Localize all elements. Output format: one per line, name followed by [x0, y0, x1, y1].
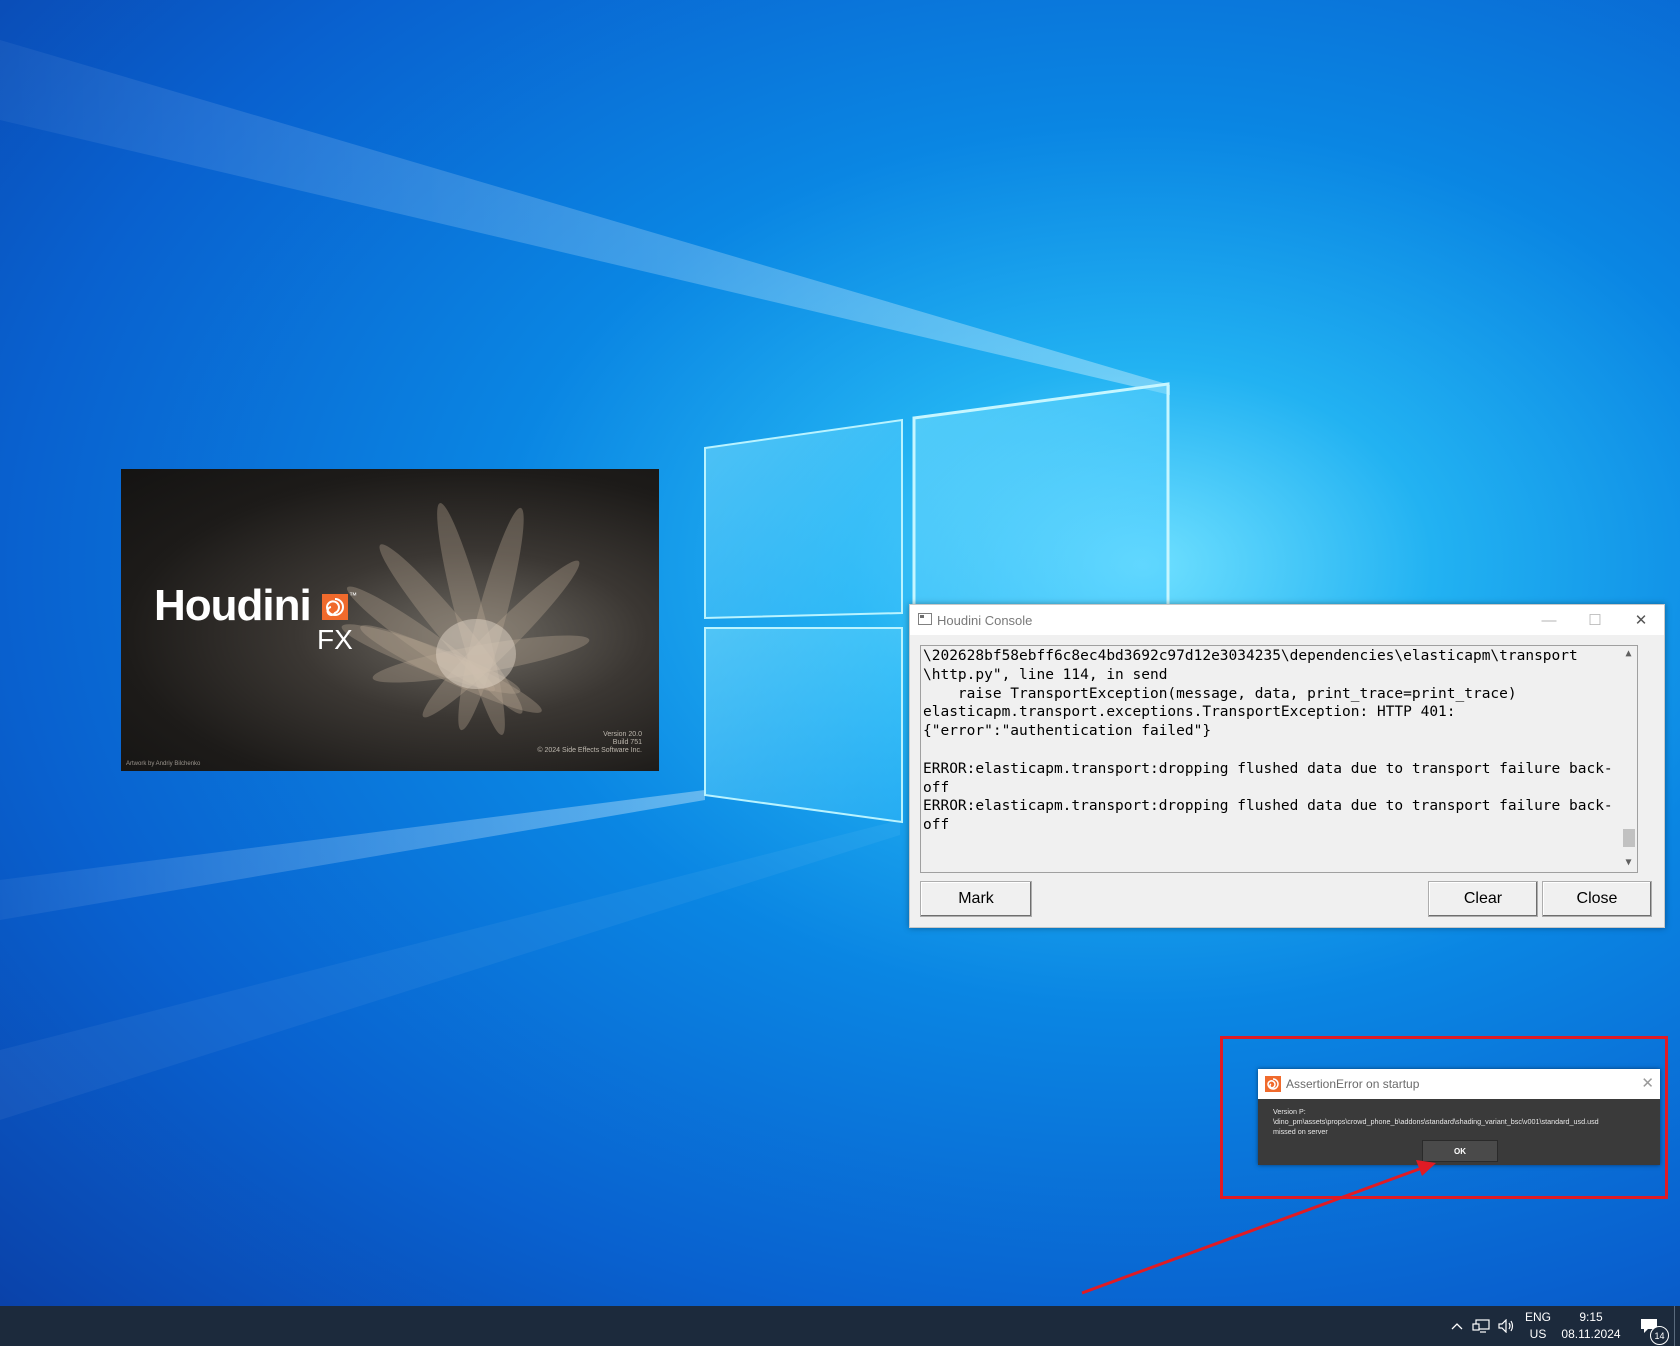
splash-trademark: ™	[349, 591, 357, 600]
notification-count-badge: 14	[1650, 1326, 1669, 1345]
scroll-up-arrow-icon[interactable]: ▲	[1620, 646, 1637, 663]
maximize-icon: ☐	[1588, 612, 1602, 629]
scroll-down-arrow-icon[interactable]: ▼	[1620, 855, 1637, 872]
console-output[interactable]: \202628bf58ebff6c8ec4bd3692c97d12e303423…	[920, 645, 1638, 873]
console-line: elasticapm.transport.exceptions.Transpor…	[923, 704, 1456, 721]
splash-build: Build 751	[612, 739, 642, 746]
splash-edition: FX	[317, 624, 353, 655]
console-output-lines: \202628bf58ebff6c8ec4bd3692c97d12e303423…	[921, 646, 1637, 835]
close-button[interactable]: Close	[1542, 881, 1652, 917]
console-title: Houdini Console	[937, 613, 1033, 628]
taskbar: ENG US 9:15 08.11.2024 14	[0, 1306, 1680, 1346]
language-code: ENG	[1524, 1310, 1551, 1324]
console-line: off	[923, 779, 950, 796]
console-line: \202628bf58ebff6c8ec4bd3692c97d12e303423…	[923, 648, 1578, 664]
mark-button[interactable]: Mark	[920, 881, 1032, 917]
minimize-icon: —	[1541, 611, 1557, 629]
clear-button[interactable]: Clear	[1428, 881, 1538, 917]
console-line: ERROR:elasticapm.transport:dropping flus…	[923, 760, 1613, 777]
volume-icon[interactable]	[1496, 1306, 1518, 1346]
close-icon: ✕	[1634, 612, 1648, 629]
houdini-console-window: Houdini Console — ☐ ✕ \202628bf58ebff6c8…	[909, 604, 1665, 928]
show-desktop-button[interactable]	[1674, 1306, 1675, 1346]
clock-date: 08.11.2024	[1561, 1327, 1621, 1341]
console-line: {"error":"authentication failed"}	[923, 723, 1212, 740]
keyboard-layout: US	[1529, 1327, 1547, 1341]
clock-time: 9:15	[1579, 1310, 1603, 1324]
houdini-splash-screen: Houdini ™ FX Version 20.0 Build 751 © 20…	[121, 469, 659, 771]
console-window-icon	[918, 613, 932, 625]
console-line: ERROR:elasticapm.transport:dropping flus…	[923, 798, 1613, 815]
clock[interactable]: 9:15 08.11.2024	[1556, 1306, 1626, 1346]
minimize-button[interactable]: —	[1526, 605, 1572, 635]
console-line: off	[923, 817, 950, 834]
network-icon[interactable]	[1470, 1306, 1492, 1346]
splash-artwork-credit: Artwork by Andriy Bilchenko	[126, 761, 201, 767]
houdini-logo-icon	[322, 594, 348, 620]
splash-version-info: Version 20.0 Build 751 © 2024 Side Effec…	[537, 731, 642, 755]
console-scrollbar[interactable]: ▲ ▼	[1620, 646, 1637, 872]
console-titlebar[interactable]: Houdini Console — ☐ ✕	[910, 605, 1664, 635]
splash-version: Version 20.0	[603, 731, 642, 738]
console-line: \http.py", line 114, in send	[923, 666, 1168, 683]
close-window-button[interactable]: ✕	[1618, 605, 1664, 635]
splash-product-name: Houdini	[154, 581, 312, 630]
splash-copyright: © 2024 Side Effects Software Inc.	[537, 747, 642, 754]
maximize-button[interactable]: ☐	[1572, 605, 1618, 635]
console-line: raise TransportException(message, data, …	[923, 685, 1517, 702]
scroll-thumb[interactable]	[1623, 829, 1635, 847]
input-language-indicator[interactable]: ENG US	[1520, 1306, 1556, 1346]
show-hidden-icons-chevron-icon[interactable]	[1448, 1306, 1466, 1346]
annotation-highlight-box	[1220, 1036, 1668, 1199]
